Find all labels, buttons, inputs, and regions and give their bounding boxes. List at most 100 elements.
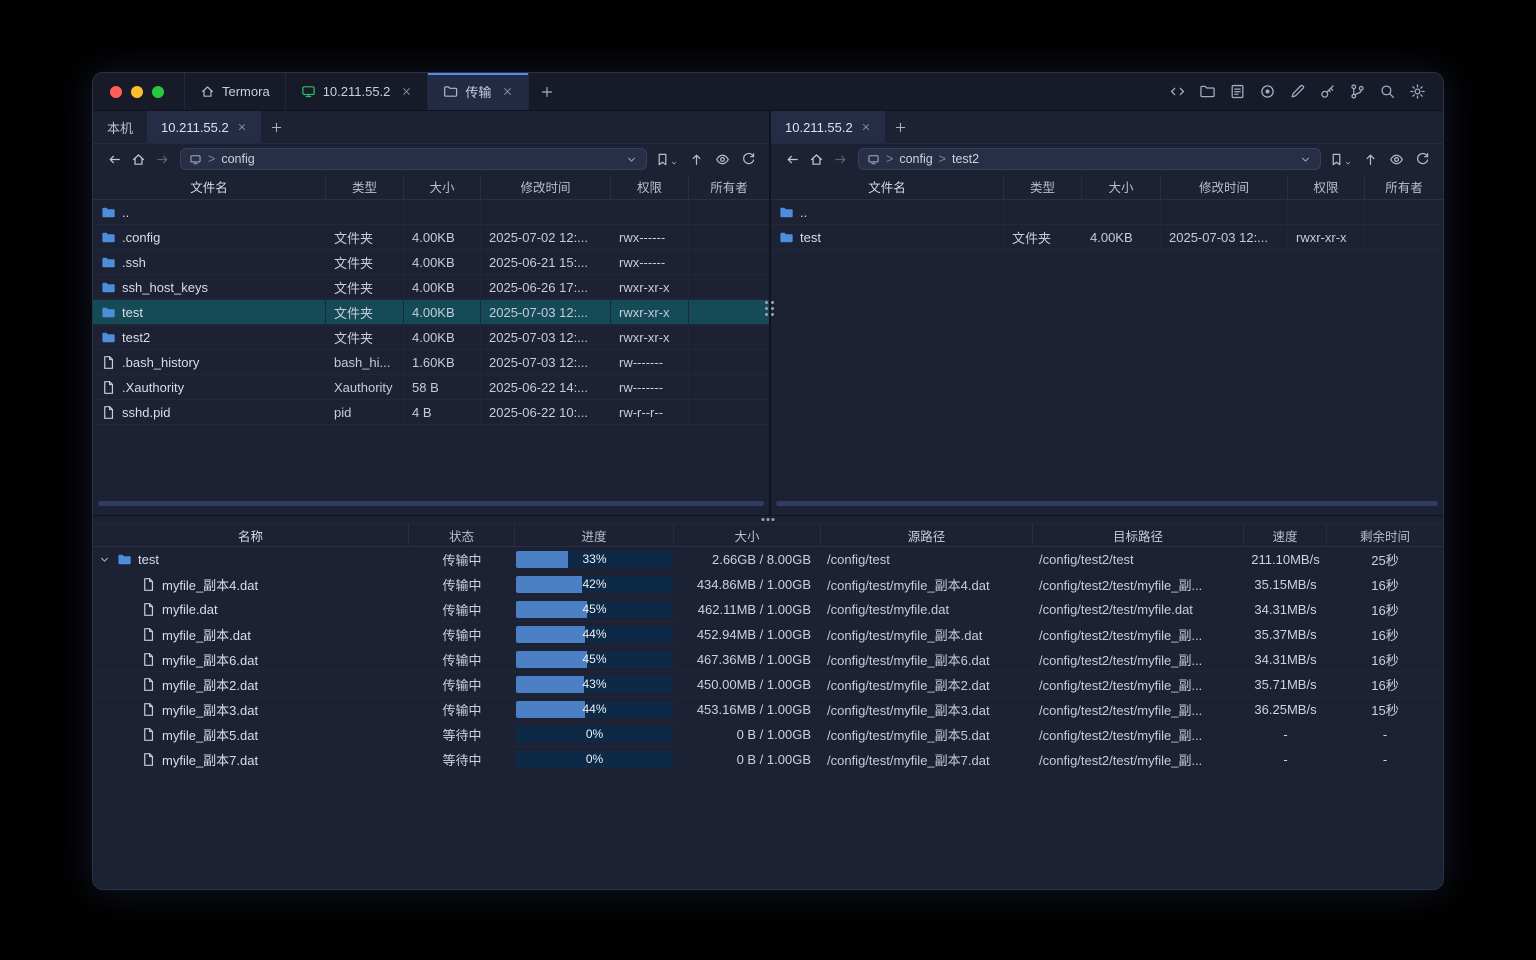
home-icon[interactable]: [126, 147, 150, 171]
column-header-source[interactable]: 源路径: [821, 524, 1033, 546]
record-icon[interactable]: [1259, 83, 1276, 100]
column-header-size[interactable]: 大小: [404, 174, 481, 199]
transfer-row[interactable]: myfile_副本4.dat 传输中 42% 434.86MB / 1.00GB…: [93, 572, 1443, 597]
horizontal-scrollbar[interactable]: [98, 501, 764, 506]
splitter-grip-icon[interactable]: [762, 518, 775, 521]
back-icon[interactable]: [102, 147, 126, 171]
minimize-window-button[interactable]: [131, 86, 143, 98]
column-header-size[interactable]: 大小: [1082, 174, 1161, 199]
file-row[interactable]: test 文件夹 4.00KB 2025-07-03 12:... rwxr-x…: [771, 225, 1443, 250]
edit-icon[interactable]: [1289, 83, 1306, 100]
transfer-row[interactable]: myfile_副本3.dat 传输中 44% 453.16MB / 1.00GB…: [93, 697, 1443, 722]
home-icon[interactable]: [804, 147, 828, 171]
path-breadcrumb[interactable]: > config: [180, 148, 647, 170]
key-icon[interactable]: [1319, 83, 1336, 100]
progress-percent: 44%: [516, 626, 673, 643]
forward-icon[interactable]: [828, 147, 852, 171]
column-header-perm[interactable]: 权限: [611, 174, 689, 199]
column-header-owner[interactable]: 所有者: [689, 174, 769, 199]
transfer-row[interactable]: myfile.dat 传输中 45% 462.11MB / 1.00GB /co…: [93, 597, 1443, 622]
column-header-perm[interactable]: 权限: [1288, 174, 1365, 199]
code-icon[interactable]: [1169, 83, 1186, 100]
show-hidden-eye-icon[interactable]: [1389, 152, 1404, 167]
column-header-type[interactable]: 类型: [1004, 174, 1082, 199]
search-icon[interactable]: [1379, 83, 1396, 100]
back-icon[interactable]: [780, 147, 804, 171]
settings-gear-icon[interactable]: [1409, 83, 1426, 100]
file-name: sshd.pid: [122, 405, 170, 420]
transfer-row[interactable]: myfile_副本5.dat 等待中 0% 0 B / 1.00GB /conf…: [93, 722, 1443, 747]
file-row[interactable]: ssh_host_keys 文件夹 4.00KB 2025-06-26 17:.…: [93, 275, 769, 300]
horizontal-scrollbar[interactable]: [776, 501, 1438, 506]
file-row[interactable]: .Xauthority Xauthority 58 B 2025-06-22 1…: [93, 375, 769, 400]
transfer-row[interactable]: myfile_副本2.dat 传输中 43% 450.00MB / 1.00GB…: [93, 672, 1443, 697]
folder-icon[interactable]: [1199, 83, 1216, 100]
transfer-source-path: /config/test/myfile_副本7.dat: [821, 747, 1033, 771]
chevron-down-icon[interactable]: [1299, 153, 1312, 166]
close-window-button[interactable]: [110, 86, 122, 98]
bookmark-icon[interactable]: [655, 152, 678, 167]
refresh-icon[interactable]: [741, 152, 756, 167]
file-size: 4.00KB: [404, 225, 481, 249]
upload-icon[interactable]: [1363, 152, 1378, 167]
bookmark-icon[interactable]: [1329, 152, 1352, 167]
transfer-name: myfile_副本7.dat: [162, 750, 258, 769]
column-header-target[interactable]: 目标路径: [1033, 524, 1244, 546]
column-header-name[interactable]: 文件名: [93, 174, 326, 199]
file-row[interactable]: sshd.pid pid 4 B 2025-06-22 10:... rw-r-…: [93, 400, 769, 425]
chevron-down-icon[interactable]: [625, 153, 638, 166]
maximize-window-button[interactable]: [152, 86, 164, 98]
transfer-row[interactable]: myfile_副本7.dat 等待中 0% 0 B / 1.00GB /conf…: [93, 747, 1443, 772]
column-header-mtime[interactable]: 修改时间: [1161, 174, 1288, 199]
new-tab-button[interactable]: [529, 73, 565, 110]
column-header-status[interactable]: 状态: [409, 524, 515, 546]
column-header-progress[interactable]: 进度: [515, 524, 674, 546]
file-row[interactable]: .ssh 文件夹 4.00KB 2025-06-21 15:... rwx---…: [93, 250, 769, 275]
show-hidden-eye-icon[interactable]: [715, 152, 730, 167]
file-row[interactable]: .bash_history bash_hi... 1.60KB 2025-07-…: [93, 350, 769, 375]
close-icon[interactable]: [401, 86, 412, 97]
upload-icon[interactable]: [689, 152, 704, 167]
branch-icon[interactable]: [1349, 83, 1366, 100]
left-panel-nav-actions: [655, 152, 760, 167]
tab-ssh-session[interactable]: 10.211.55.2: [286, 73, 429, 110]
progress-bar: 33%: [516, 551, 673, 568]
column-header-mtime[interactable]: 修改时间: [481, 174, 611, 199]
column-header-type[interactable]: 类型: [326, 174, 404, 199]
transfer-row-folder[interactable]: test 传输中 33% 2.66GB / 8.00GB /config/tes…: [93, 547, 1443, 572]
tab-label: Termora: [222, 84, 270, 99]
file-row-parent-dir[interactable]: ..: [93, 200, 769, 225]
journal-icon[interactable]: [1229, 83, 1246, 100]
forward-icon[interactable]: [150, 147, 174, 171]
close-icon[interactable]: [237, 122, 247, 132]
transfer-row[interactable]: myfile_副本6.dat 传输中 45% 467.36MB / 1.00GB…: [93, 647, 1443, 672]
column-header-speed[interactable]: 速度: [1244, 524, 1327, 546]
tab-termora-home[interactable]: Termora: [184, 73, 286, 110]
file-row-parent-dir[interactable]: ..: [771, 200, 1443, 225]
file-row-selected[interactable]: test 文件夹 4.00KB 2025-07-03 12:... rwxr-x…: [93, 300, 769, 325]
column-header-name[interactable]: 名称: [93, 524, 409, 546]
breadcrumb-item[interactable]: config: [221, 152, 254, 166]
tab-remote-host[interactable]: 10.211.55.2: [771, 111, 885, 143]
path-breadcrumb[interactable]: > config > test2: [858, 148, 1321, 170]
splitter-grip-icon[interactable]: [765, 301, 774, 316]
tab-local[interactable]: 本机: [93, 111, 147, 143]
column-header-name[interactable]: 文件名: [771, 174, 1004, 199]
breadcrumb-item[interactable]: test2: [952, 152, 979, 166]
file-type: 文件夹: [326, 275, 404, 299]
file-row[interactable]: test2 文件夹 4.00KB 2025-07-03 12:... rwxr-…: [93, 325, 769, 350]
refresh-icon[interactable]: [1415, 152, 1430, 167]
transfer-row[interactable]: myfile_副本.dat 传输中 44% 452.94MB / 1.00GB …: [93, 622, 1443, 647]
close-icon[interactable]: [861, 122, 871, 132]
new-panel-tab-button[interactable]: [261, 111, 293, 143]
tab-remote-host[interactable]: 10.211.55.2: [147, 111, 261, 143]
column-header-eta[interactable]: 剩余时间: [1327, 524, 1443, 546]
column-header-size[interactable]: 大小: [674, 524, 821, 546]
close-icon[interactable]: [502, 86, 513, 97]
chevron-down-icon[interactable]: [98, 553, 111, 566]
new-panel-tab-button[interactable]: [885, 111, 917, 143]
tab-transfer[interactable]: 传输: [428, 73, 529, 110]
column-header-owner[interactable]: 所有者: [1365, 174, 1443, 199]
file-row[interactable]: .config 文件夹 4.00KB 2025-07-02 12:... rwx…: [93, 225, 769, 250]
breadcrumb-item[interactable]: config: [899, 152, 932, 166]
